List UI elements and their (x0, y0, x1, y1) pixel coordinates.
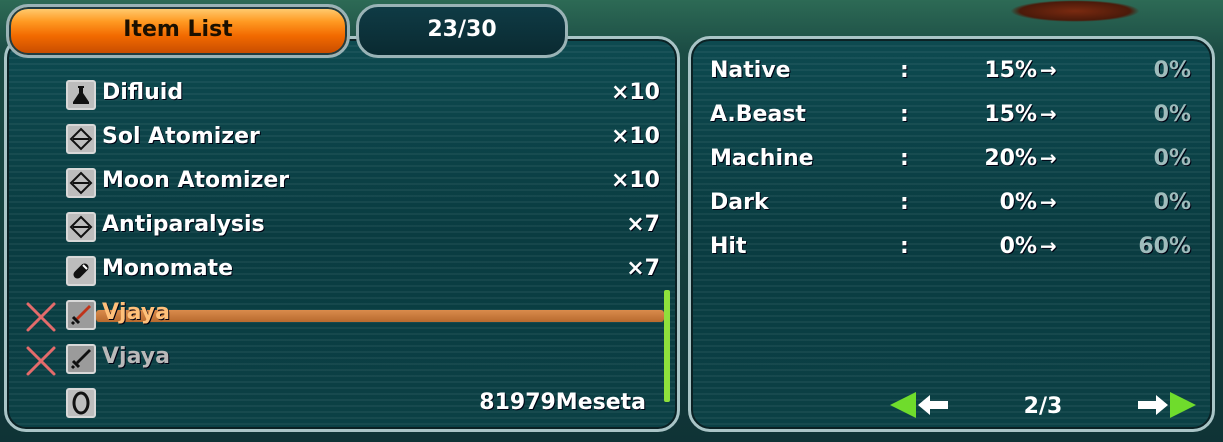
background-creature (1010, 0, 1140, 22)
stat-current: 0% (999, 190, 1037, 215)
stat-arrow: → (1040, 102, 1057, 126)
flask-icon (66, 80, 96, 110)
next-page-button[interactable] (1136, 392, 1198, 422)
list-item[interactable]: Antiparalysis ×7 (20, 206, 670, 250)
game-ui-screen: Item List 23/30 Difluid ×10 Sol Atomizer… (0, 0, 1223, 442)
list-item-selected[interactable]: Vjaya (20, 294, 670, 338)
selection-highlight (96, 310, 664, 322)
stat-new: 60% (1138, 234, 1191, 259)
tab-item-list-label: Item List (123, 17, 233, 42)
stat-name: Hit (710, 234, 747, 259)
item-name: Difluid (102, 80, 184, 105)
item-name: Antiparalysis (102, 212, 265, 237)
item-quantity: ×10 (610, 124, 660, 149)
list-item[interactable]: Vjaya (20, 338, 670, 382)
stat-arrow: → (1040, 58, 1057, 82)
item-quantity: ×10 (610, 168, 660, 193)
stat-arrow: → (1040, 234, 1057, 258)
atomizer-icon (66, 212, 96, 242)
stat-name: Dark (710, 190, 769, 215)
stat-colon: : (900, 58, 909, 83)
stat-current: 20% (984, 146, 1037, 171)
stat-new: 0% (1153, 102, 1191, 127)
stat-new: 0% (1153, 58, 1191, 83)
item-count-label: 23/30 (427, 17, 497, 42)
sword-icon (66, 300, 96, 330)
item-name: Sol Atomizer (102, 124, 260, 149)
list-item[interactable]: Sol Atomizer ×10 (20, 118, 670, 162)
stat-row: Dark : 0% → 0% (710, 188, 1195, 232)
sword-icon (66, 344, 96, 374)
item-name: Vjaya (102, 344, 170, 369)
atomizer-icon (66, 168, 96, 198)
item-name: Monomate (102, 256, 233, 281)
stat-new: 0% (1153, 146, 1191, 171)
stat-colon: : (900, 190, 909, 215)
stat-name: A.Beast (710, 102, 806, 127)
list-item[interactable]: Moon Atomizer ×10 (20, 162, 670, 206)
stat-new: 0% (1153, 190, 1191, 215)
unusable-x-icon (24, 300, 58, 334)
stat-row: Native : 15% → 0% (710, 56, 1195, 100)
stat-arrow: → (1040, 146, 1057, 170)
arrow-right-icon (1136, 390, 1198, 424)
stat-current: 15% (984, 58, 1037, 83)
page-indicator: 2/3 (1023, 394, 1063, 419)
prev-page-button[interactable] (888, 392, 950, 422)
meseta-amount: 81979Meseta (479, 390, 646, 415)
item-name: Vjaya (102, 300, 170, 325)
item-name: Moon Atomizer (102, 168, 290, 193)
stat-current: 15% (984, 102, 1037, 127)
meseta-row: 81979Meseta (66, 388, 646, 422)
item-quantity: ×7 (626, 212, 660, 237)
item-quantity: ×7 (626, 256, 660, 281)
stat-name: Machine (710, 146, 814, 171)
stats-list: Native : 15% → 0% A.Beast : 15% → 0% Mac… (710, 56, 1195, 276)
stat-arrow: → (1040, 190, 1057, 214)
stat-row: Hit : 0% → 60% (710, 232, 1195, 276)
item-count-tab: 23/30 (356, 4, 568, 58)
list-item[interactable]: Monomate ×7 (20, 250, 670, 294)
list-item[interactable]: Difluid ×10 (20, 74, 670, 118)
stat-colon: : (900, 234, 909, 259)
atomizer-icon (66, 124, 96, 154)
meseta-icon (66, 388, 96, 418)
item-quantity: ×10 (610, 80, 660, 105)
stat-name: Native (710, 58, 791, 83)
stat-row: A.Beast : 15% → 0% (710, 100, 1195, 144)
arrow-left-icon (888, 390, 950, 424)
stat-current: 0% (999, 234, 1037, 259)
unusable-x-icon (24, 344, 58, 378)
tab-item-list[interactable]: Item List (6, 4, 350, 58)
stat-colon: : (900, 146, 909, 171)
capsule-icon (66, 256, 96, 286)
item-list-scrollbar[interactable] (664, 290, 670, 402)
stat-colon: : (900, 102, 909, 127)
stats-pager: 2/3 (888, 392, 1198, 426)
item-list: Difluid ×10 Sol Atomizer ×10 Moon Atomiz… (20, 74, 670, 382)
stat-row: Machine : 20% → 0% (710, 144, 1195, 188)
